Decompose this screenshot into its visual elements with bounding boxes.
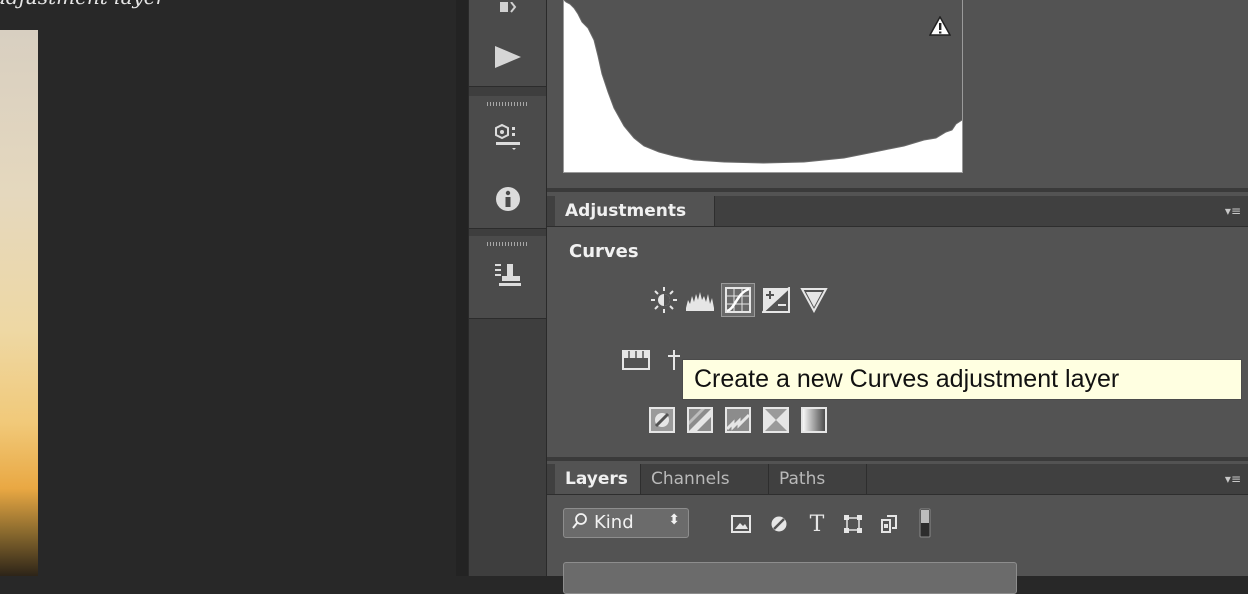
shape-filter-icon[interactable] bbox=[841, 512, 865, 536]
levels-icon[interactable] bbox=[685, 285, 715, 315]
dock-group-clone-source bbox=[469, 236, 547, 319]
adjustments-section-title: Curves bbox=[569, 241, 639, 262]
layers-panel-menu-icon[interactable]: ▾≡ bbox=[1223, 472, 1241, 486]
vibrance-icon[interactable] bbox=[799, 285, 829, 315]
tab-paths[interactable]: Paths bbox=[769, 464, 867, 494]
histogram-graph bbox=[563, 0, 963, 164]
invert-icon[interactable] bbox=[647, 405, 677, 435]
play-icon[interactable] bbox=[491, 40, 525, 74]
dock-group-actions bbox=[469, 0, 547, 87]
properties-icon[interactable] bbox=[491, 120, 525, 154]
kind-filter-select[interactable]: Kind ⬍ bbox=[563, 508, 689, 538]
clone-source-icon[interactable] bbox=[491, 258, 525, 292]
selective-color-icon[interactable] bbox=[761, 405, 791, 435]
blend-opacity-row[interactable] bbox=[563, 562, 1017, 594]
warning-icon[interactable] bbox=[928, 15, 952, 36]
document-canvas[interactable]: adjustment layer bbox=[0, 0, 468, 576]
smart-object-filter-icon[interactable] bbox=[877, 512, 901, 536]
dock-group-properties bbox=[469, 96, 547, 229]
dock-grip[interactable] bbox=[487, 102, 529, 106]
layers-tabbar: Layers Channels Paths ▾≡ bbox=[547, 464, 1248, 495]
brightness-contrast-icon[interactable] bbox=[649, 285, 679, 315]
threshold-icon[interactable] bbox=[723, 405, 753, 435]
document-caption: adjustment layer bbox=[0, 0, 165, 8]
updown-chevron-icon: ⬍ bbox=[668, 512, 680, 528]
tab-adjustments[interactable]: Adjustments bbox=[555, 196, 715, 226]
curves-tooltip: Create a new Curves adjustment layer bbox=[682, 359, 1242, 400]
type-filter-icon[interactable]: T bbox=[805, 512, 829, 537]
curves-icon[interactable] bbox=[721, 283, 755, 317]
adjustments-tabbar: Adjustments ▾≡ bbox=[547, 196, 1248, 227]
adjustments-panel: Curves bbox=[547, 227, 1248, 457]
layers-panel: Kind ⬍ T bbox=[547, 496, 1248, 594]
actions-icon[interactable] bbox=[491, 0, 525, 22]
panel-separator bbox=[547, 188, 1248, 192]
collapsed-panel-dock bbox=[468, 0, 547, 576]
info-icon[interactable] bbox=[491, 182, 525, 216]
adjustment-filter-icon[interactable] bbox=[767, 512, 791, 536]
adjustments-panel-menu-icon[interactable]: ▾≡ bbox=[1223, 204, 1241, 218]
search-icon bbox=[572, 512, 588, 535]
tab-channels[interactable]: Channels bbox=[641, 464, 769, 494]
histogram-panel bbox=[563, 0, 963, 173]
filter-toggle-icon[interactable] bbox=[913, 508, 937, 538]
hue-saturation-icon[interactable] bbox=[621, 345, 651, 375]
pixel-filter-icon[interactable] bbox=[729, 512, 753, 536]
right-panel-column: Adjustments ▾≡ Curves Layers Channels Pa… bbox=[546, 0, 1248, 594]
tab-layers[interactable]: Layers bbox=[555, 464, 641, 494]
gradient-map-icon[interactable] bbox=[799, 405, 829, 435]
exposure-icon[interactable] bbox=[761, 285, 791, 315]
posterize-icon[interactable] bbox=[685, 405, 715, 435]
panel-separator bbox=[547, 457, 1248, 461]
photo-image bbox=[0, 30, 38, 576]
panel-divider[interactable] bbox=[456, 0, 468, 576]
kind-filter-label: Kind bbox=[594, 512, 634, 533]
dock-grip[interactable] bbox=[487, 242, 529, 246]
